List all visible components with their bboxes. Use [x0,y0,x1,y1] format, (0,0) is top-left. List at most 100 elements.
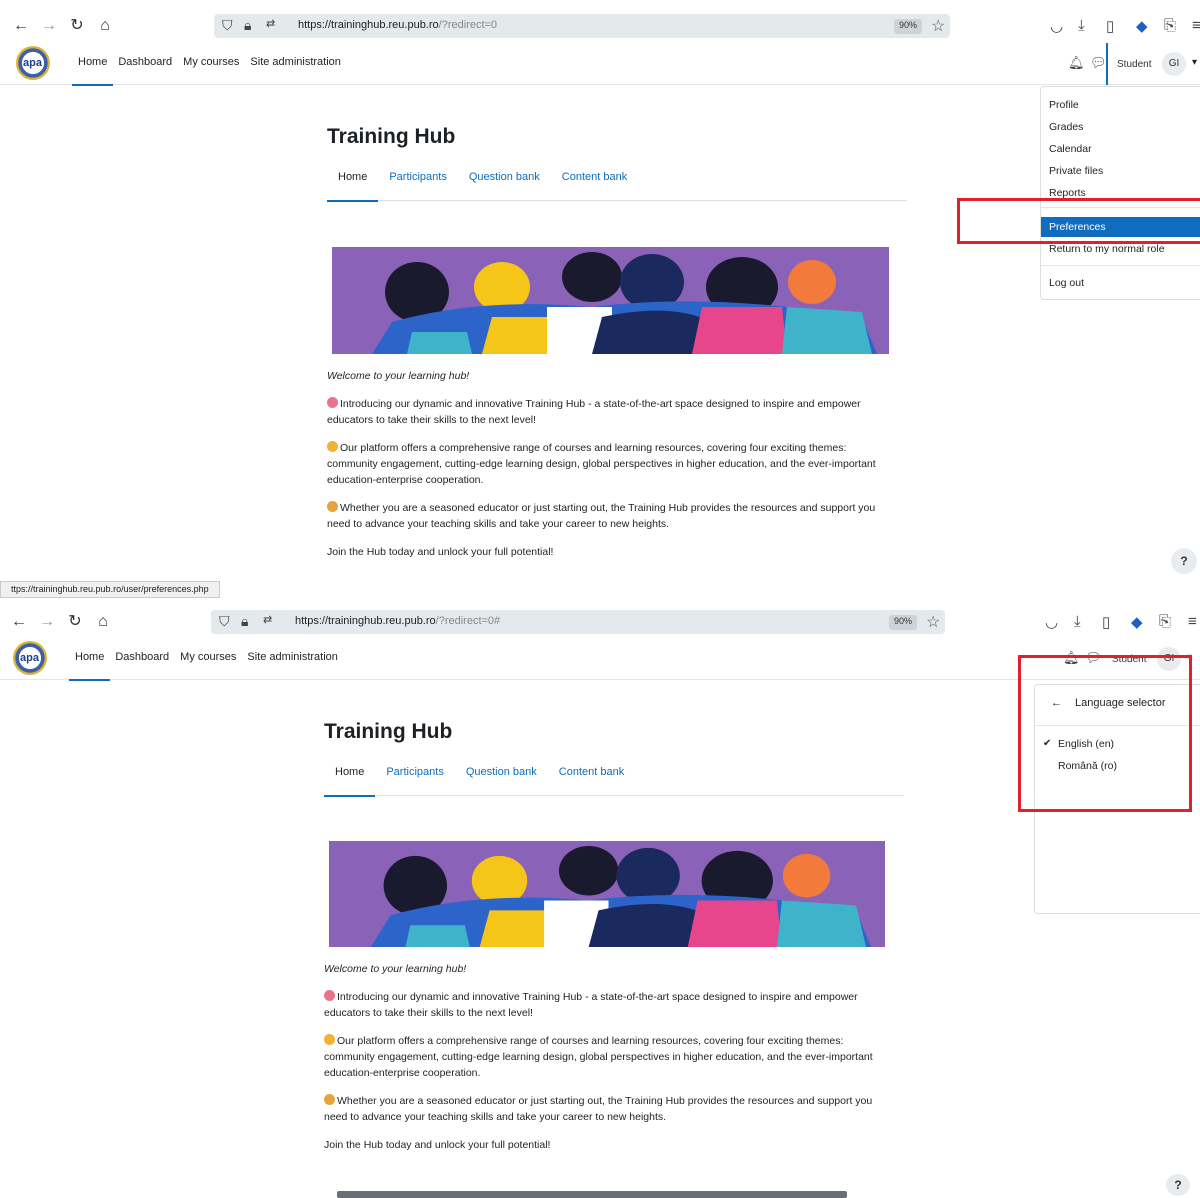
pocket-icon[interactable]: ◡ [1045,613,1058,631]
course-banner-image [329,841,885,947]
menu-icon[interactable]: ≡ [1192,17,1200,34]
site-navbar: apa Home Dashboard My courses Site admin… [0,43,1200,86]
permissions-icon[interactable]: ⇄ [263,613,272,626]
zoom-badge[interactable]: 90% [889,615,918,630]
course-tabs: Home Participants Question bank Content … [327,171,907,202]
course-summary: Welcome to your learning hub! Introducin… [324,961,894,1165]
course-header: Training Hub Home Participants Question … [324,720,924,797]
menu-item-grades[interactable]: Grades [1049,121,1083,133]
screenshot-top: ← → ↻ ⌂ ⛉ 🔒︎ ⇄ https://traininghub.reu.p… [0,0,1200,598]
browser-toolbar: ← → ↻ ⌂ ⛉ 🔒︎ ⇄ https://traininghub.reu.p… [0,604,1200,640]
platform-paragraph: Our platform offers a comprehensive rang… [327,441,876,486]
tab-content-bank[interactable]: Content bank [551,171,638,201]
tab-participants[interactable]: Participants [378,171,457,201]
tab-content-bank[interactable]: Content bank [548,766,635,796]
zoom-badge[interactable]: 90% [894,19,923,34]
join-paragraph: Join the Hub today and unlock your full … [327,546,554,558]
tab-question-bank[interactable]: Question bank [458,171,551,201]
reader-icon[interactable]: ▯ [1106,17,1114,35]
course-tabs: Home Participants Question bank Content … [324,766,904,797]
chevron-down-icon[interactable]: ▾ [1192,57,1197,68]
address-bar[interactable]: ⛉ 🔒︎ ⇄ https://traininghub.reu.pub.ro/?r… [214,14,950,38]
tab-home[interactable]: Home [327,171,379,202]
notifications-icon[interactable]: 🔔︎ [1068,55,1085,71]
educator-paragraph: Whether you are a seasoned educator or j… [327,501,876,530]
course-summary: Welcome to your learning hub! Introducin… [327,368,897,572]
nav-my-courses[interactable]: My courses [183,56,239,68]
browser-toolbar: ← → ↻ ⌂ ⛉ 🔒︎ ⇄ https://traininghub.reu.p… [0,8,1200,44]
reload-icon[interactable]: ↻ [66,613,84,631]
extension-icon[interactable]: ◆ [1136,17,1148,35]
welcome-text: Welcome to your learning hub! [327,370,470,382]
heart-emoji-icon [324,1034,335,1045]
site-logo[interactable]: apa [13,641,47,675]
educator-paragraph: Whether you are a seasoned educator or j… [324,1094,873,1123]
nav-site-administration[interactable]: Site administration [250,56,341,68]
extension-icon[interactable]: ◆ [1131,613,1143,631]
site-logo[interactable]: apa [16,46,50,80]
welcome-text: Welcome to your learning hub! [324,963,467,975]
join-paragraph: Join the Hub today and unlock your full … [324,1139,551,1151]
back-icon[interactable]: ← [12,17,30,35]
messages-icon[interactable]: 💬︎ [1090,55,1107,71]
permissions-icon[interactable]: ⇄ [266,17,275,30]
highlight-box [957,198,1200,244]
menu-item-calendar[interactable]: Calendar [1049,143,1092,155]
platform-paragraph: Our platform offers a comprehensive rang… [324,1034,873,1079]
menu-icon[interactable]: ≡ [1188,613,1197,630]
url-text: https://traininghub.reu.pub.ro/?redirect… [298,19,498,31]
horizontal-scrollbar[interactable] [337,1191,847,1198]
page-title: Training Hub [324,720,453,743]
user-role-label[interactable]: Student [1117,59,1151,70]
nav-home[interactable]: Home [68,651,111,681]
avatar[interactable]: GI [1162,52,1186,76]
reader-icon[interactable]: ▯ [1102,613,1110,631]
tab-home[interactable]: Home [324,766,376,797]
menu-item-return-role[interactable]: Return to my normal role [1049,243,1165,255]
nav-home[interactable]: Home [71,56,114,86]
brain-emoji-icon [324,990,335,1001]
lock-icon: 🔒︎ [241,613,249,629]
nav-dashboard[interactable]: Dashboard [115,651,169,663]
lock-icon: 🔒︎ [244,17,252,33]
smile-emoji-icon [324,1094,335,1105]
help-button[interactable]: ? [1171,548,1197,574]
download-icon[interactable]: ⤓ [1078,17,1085,34]
help-button[interactable]: ? [1166,1174,1190,1196]
reload-icon[interactable]: ↻ [68,17,86,35]
download-icon[interactable]: ⤓ [1074,613,1081,630]
course-banner-image [332,247,889,354]
address-bar[interactable]: ⛉ 🔒︎ ⇄ https://traininghub.reu.pub.ro/?r… [211,610,945,634]
tab-participants[interactable]: Participants [375,766,454,796]
pocket-icon[interactable]: ◡ [1050,17,1063,35]
heart-emoji-icon [327,441,338,452]
highlight-box [1018,655,1192,812]
user-dropdown-menu: Profile Grades Calendar Private files Re… [1040,86,1200,300]
status-bar-url: ttps://traininghub.reu.pub.ro/user/prefe… [0,581,220,598]
smile-emoji-icon [327,501,338,512]
nav-dashboard[interactable]: Dashboard [118,56,172,68]
share-icon[interactable]: ⎘ [1159,613,1171,630]
share-icon[interactable]: ⎘ [1164,17,1176,34]
menu-item-private-files[interactable]: Private files [1049,165,1103,177]
bookmark-star-icon[interactable]: ☆ [931,16,945,36]
course-header: Training Hub Home Participants Question … [327,125,927,202]
menu-item-logout[interactable]: Log out [1049,277,1084,289]
forward-icon[interactable]: → [38,613,56,631]
menu-item-profile[interactable]: Profile [1049,99,1079,111]
home-icon[interactable]: ⌂ [96,17,114,35]
shield-icon: ⛉ [219,613,230,629]
screenshot-bottom: ← → ↻ ⌂ ⛉ 🔒︎ ⇄ https://traininghub.reu.p… [0,598,1200,1198]
brain-emoji-icon [327,397,338,408]
home-icon[interactable]: ⌂ [94,613,112,631]
back-icon[interactable]: ← [10,613,28,631]
nav-site-administration[interactable]: Site administration [247,651,338,663]
intro-paragraph: Introducing our dynamic and innovative T… [324,990,858,1019]
tab-question-bank[interactable]: Question bank [455,766,548,796]
page-title: Training Hub [327,125,456,148]
forward-icon[interactable]: → [40,17,58,35]
bookmark-star-icon[interactable]: ☆ [926,612,940,632]
primary-nav: Home Dashboard My courses Site administr… [71,56,341,86]
shield-icon: ⛉ [222,17,233,33]
nav-my-courses[interactable]: My courses [180,651,236,663]
